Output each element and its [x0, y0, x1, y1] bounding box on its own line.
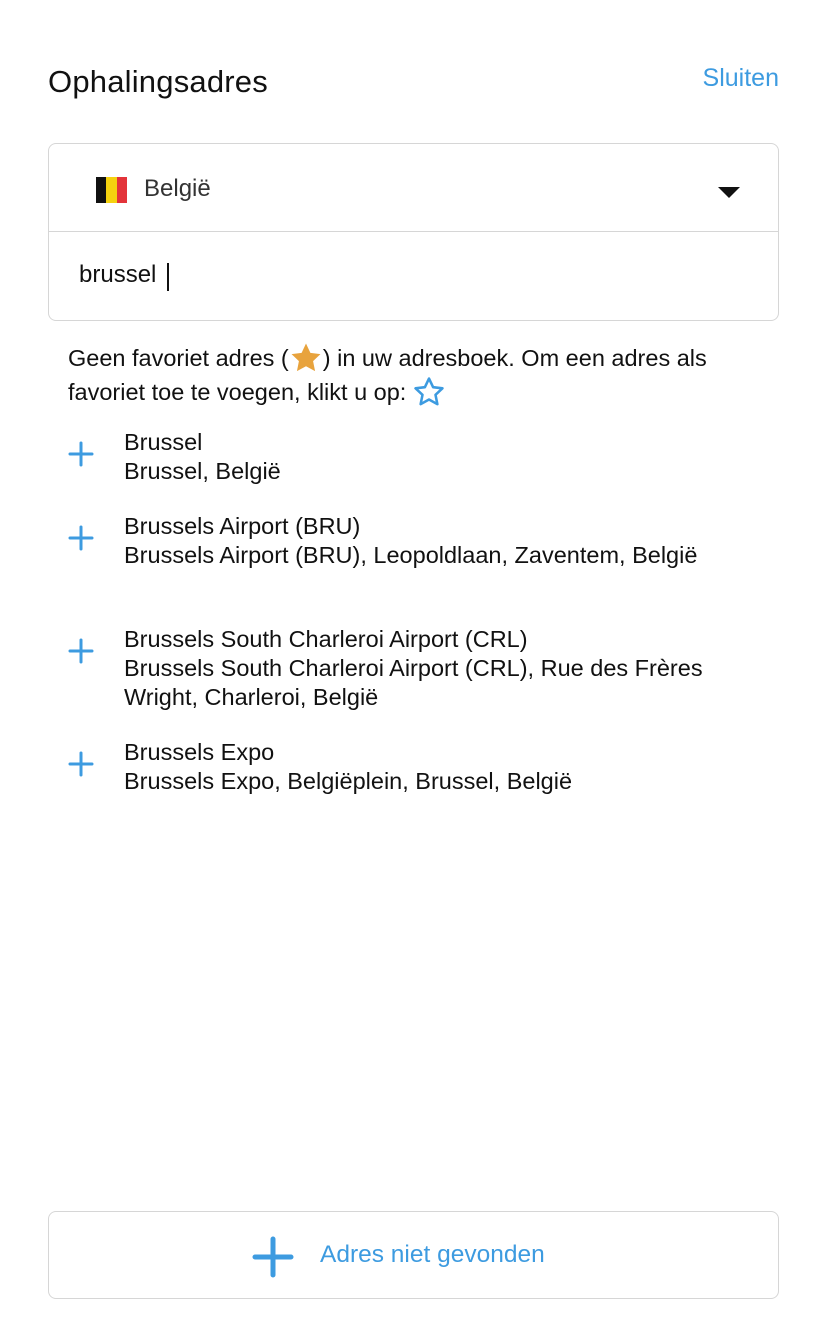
- result-item[interactable]: Brussels Expo Brussels Expo, Belgiëplein…: [64, 738, 764, 822]
- flag-stripe-yellow: [106, 177, 117, 203]
- results-list: Brussel Brussel, België Brussels Airport…: [64, 428, 764, 822]
- plus-icon: [68, 441, 94, 467]
- country-select[interactable]: België: [49, 144, 778, 232]
- close-link[interactable]: Sluiten: [703, 64, 779, 93]
- result-item[interactable]: Brussel Brussel, België: [64, 428, 764, 512]
- favorites-info: Geen favoriet adres () in uw adresboek. …: [68, 341, 758, 409]
- flag-stripe-black: [96, 177, 107, 203]
- plus-icon: [252, 1236, 294, 1278]
- result-title: Brussel: [124, 429, 203, 455]
- result-title: Brussels Airport (BRU): [124, 513, 361, 539]
- page-title: Ophalingsadres: [48, 64, 268, 99]
- address-not-found-label: Adres niet gevonden: [320, 1241, 545, 1268]
- result-item[interactable]: Brussels Airport (BRU) Brussels Airport …: [64, 512, 764, 625]
- belgium-flag-icon: [96, 177, 127, 203]
- result-title: Brussels South Charleroi Airport (CRL): [124, 626, 528, 652]
- plus-icon: [68, 525, 94, 551]
- chevron-down-icon: [718, 187, 740, 198]
- plus-icon: [68, 638, 94, 664]
- address-form: België: [48, 143, 779, 321]
- result-address: Brussels South Charleroi Airport (CRL), …: [124, 655, 703, 710]
- plus-icon: [68, 751, 94, 777]
- info-text-part1: Geen favoriet adres (: [68, 345, 289, 371]
- result-address: Brussels Expo, Belgiëplein, Brussel, Bel…: [124, 768, 573, 794]
- address-search-input[interactable]: [79, 254, 729, 296]
- result-address: Brussels Airport (BRU), Leopoldlaan, Zav…: [124, 542, 698, 568]
- country-label: België: [144, 175, 211, 202]
- result-address: Brussel, België: [124, 458, 281, 484]
- result-title: Brussels Expo: [124, 739, 275, 765]
- address-not-found-button[interactable]: Adres niet gevonden: [48, 1211, 779, 1299]
- result-item[interactable]: Brussels South Charleroi Airport (CRL) B…: [64, 625, 764, 738]
- header: Ophalingsadres Sluiten: [48, 62, 779, 110]
- text-cursor: [167, 263, 169, 291]
- star-outline-icon[interactable]: [412, 375, 446, 409]
- star-filled-icon: [291, 343, 321, 372]
- flag-stripe-red: [116, 177, 127, 203]
